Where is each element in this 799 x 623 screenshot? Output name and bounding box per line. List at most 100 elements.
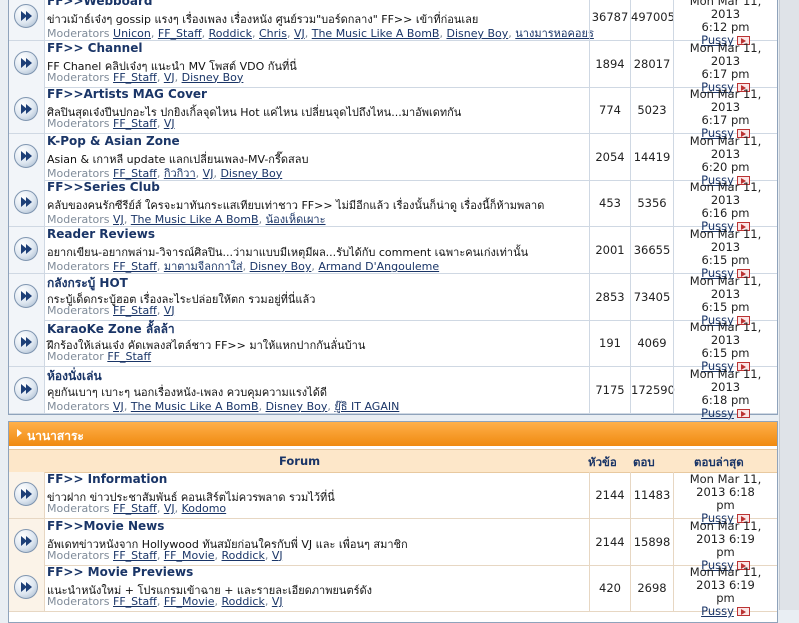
last-post-cell: Mon Mar 11, 2013 6:17 pm Pussy <box>673 87 777 140</box>
moderator-link[interactable]: มาตามจีลกกาใส่ <box>164 260 243 273</box>
post-count: 172590 <box>630 366 675 413</box>
moderator-link[interactable]: VJ <box>203 167 214 180</box>
last-post-author-link[interactable]: Pussy <box>701 604 734 618</box>
moderator-link[interactable]: FF_Staff <box>113 260 157 273</box>
moderator-link[interactable]: Roddick <box>222 595 265 608</box>
forum-info: KaraoKe Zone ลั้ลล้า ฝึกร้องให้เล่นเจ๋ง ค… <box>47 320 587 366</box>
moderator-link[interactable]: Disney Boy <box>446 27 508 40</box>
last-post-cell: Mon Mar 11, 2013 6:15 pm Pussy <box>673 273 777 326</box>
post-count: 5356 <box>630 180 673 227</box>
forum-moderators: Moderators FF_Staff, VJ <box>47 303 175 317</box>
moderator-link[interactable]: Disney Boy <box>182 71 244 84</box>
moderator-link[interactable]: Disney Boy <box>220 167 282 180</box>
last-post-cell: Mon Mar 11, 2013 6:20 pm Pussy <box>673 133 777 186</box>
forum-title-link[interactable]: FF>> Movie Previews <box>47 565 193 579</box>
last-post-author-line: Pussy <box>674 605 777 618</box>
topic-count: 2001 <box>589 227 630 273</box>
forum-read-icon <box>14 190 38 215</box>
forum-row: K-Pop & Asian Zone Asian & เกาหลี update … <box>9 133 777 186</box>
moderator-link[interactable]: FF_Movie <box>164 549 215 562</box>
topic-count: 774 <box>589 87 630 134</box>
moderator-link[interactable]: Disney Boy <box>266 400 328 413</box>
forum-title-link[interactable]: FF>>Movie News <box>47 519 164 533</box>
topic-count: 453 <box>589 180 630 227</box>
moderator-link[interactable]: VJ <box>164 502 175 515</box>
forum-title-link[interactable]: K-Pop & Asian Zone <box>47 134 180 148</box>
forum-row: กลังกระบู้ HOT กระบู้เด็ดกระบู้ฮอต เรื่อง… <box>9 273 777 326</box>
moderator-link[interactable]: Chris <box>259 27 287 40</box>
forum-read-icon <box>14 283 38 308</box>
moderator-link[interactable]: FF_Staff <box>113 71 157 84</box>
moderator-link[interactable]: VJ <box>113 400 124 413</box>
forum-read-icon <box>14 97 38 122</box>
last-post-cell: Mon Mar 11, 2013 6:19 pm Pussy <box>673 518 777 571</box>
category-header[interactable]: นานาสาระ <box>9 422 777 446</box>
moderator-link[interactable]: นางมารหอคอยร <box>515 27 594 40</box>
forum-row: FF>>Series Club คลับของคนรักซีรีย์ส์ ใครจ… <box>9 180 777 233</box>
moderator-link[interactable]: VJ <box>113 213 124 226</box>
moderator-link[interactable]: FF_Staff <box>113 595 157 608</box>
goto-last-post-icon[interactable] <box>736 607 750 617</box>
forum-row: KaraoKe Zone ลั้ลล้า ฝึกร้องให้เล่นเจ๋ง ค… <box>9 320 777 373</box>
forum-moderators: Moderators FF_Staff, มาตามจีลกกาใส่, Dis… <box>47 260 440 273</box>
moderator-link[interactable]: VJ <box>164 304 175 317</box>
scrollbar[interactable] <box>779 0 799 610</box>
forum-icon-cell <box>9 180 45 227</box>
forum-icon-cell <box>9 133 45 180</box>
last-post-author-line: Pussy <box>674 406 777 420</box>
moderator-link[interactable]: Disney Boy <box>250 260 312 273</box>
moderator-link[interactable]: Kodomo <box>182 502 227 515</box>
last-post-author-link[interactable]: Pussy <box>701 406 734 420</box>
last-post-cell: Mon Mar 11, 2013 6:18 pm Pussy <box>673 472 777 525</box>
moderator-link[interactable]: Armand D'Angouleme <box>318 260 439 273</box>
moderator-link[interactable]: FF_Staff <box>113 304 157 317</box>
last-post-date: Mon Mar 11, 2013 6:19 <box>689 565 762 593</box>
moderator-link[interactable]: Unicon <box>113 27 151 40</box>
moderator-link[interactable]: FF_Staff <box>158 27 202 40</box>
moderator-link[interactable]: VJ <box>272 549 283 562</box>
moderators-label: Moderators <box>47 117 110 131</box>
moderator-link[interactable]: ยู๊ธิ IT AGAIN <box>334 400 399 413</box>
forum-moderators: Moderators FF_Staff, FF_Movie, Roddick, … <box>47 548 283 562</box>
goto-last-post-icon[interactable] <box>736 408 750 418</box>
moderator-link[interactable]: FF_Staff <box>113 502 157 515</box>
forum-icon-cell <box>9 518 45 565</box>
moderator-link[interactable]: FF_Staff <box>107 350 151 363</box>
moderator-link[interactable]: FF_Staff <box>113 167 157 180</box>
topic-count: 2144 <box>589 518 630 565</box>
last-post-cell: Mon Mar 11, 2013 6:16 pm Pussy <box>673 180 777 233</box>
moderator-link[interactable]: FF_Movie <box>164 595 215 608</box>
forum-list-panel: FF>>Webboard ข่าวเม้าธ์เจ๋งๆ gossip แรงๆ … <box>8 0 778 419</box>
column-header-topics: หัวข้อ <box>588 455 617 469</box>
collapse-arrow-icon[interactable] <box>17 429 22 437</box>
post-count: 497005 <box>630 0 675 40</box>
post-count: 4069 <box>630 320 673 367</box>
moderator-link[interactable]: The Music Like A BomB <box>312 27 440 40</box>
moderator-link[interactable]: VJ <box>272 595 283 608</box>
moderator-link[interactable]: น้องเห็ดเผาะ <box>266 213 326 226</box>
moderator-link[interactable]: VJ <box>164 71 175 84</box>
forum-title-link[interactable]: FF>> Information <box>47 472 167 486</box>
forum-title-link[interactable]: FF>>Artists MAG Cover <box>47 87 207 101</box>
moderator-link[interactable]: กิวกิวา <box>164 167 196 180</box>
moderator-link[interactable]: The Music Like A BomB <box>131 400 259 413</box>
forum-read-icon <box>14 50 38 75</box>
forum-moderators: Moderators Unicon, FF_Staff, Roddick, Ch… <box>47 27 594 40</box>
moderator-link[interactable]: The Music Like A BomB <box>131 213 259 226</box>
moderator-link[interactable]: Roddick <box>209 27 252 40</box>
moderator-link[interactable]: FF_Staff <box>113 549 157 562</box>
moderators-label: Moderators <box>47 260 110 273</box>
moderators-label: Moderators <box>47 70 110 84</box>
moderator-link[interactable]: VJ <box>164 117 175 130</box>
forum-row: FF>>Webboard ข่าวเม้าธ์เจ๋งๆ gossip แรงๆ … <box>9 0 777 47</box>
forum-title-link[interactable]: FF>> Channel <box>47 41 142 55</box>
forum-title-link[interactable]: FF>>Series Club <box>47 180 160 194</box>
moderator-link[interactable]: FF_Staff <box>113 117 157 130</box>
moderator-link[interactable]: Roddick <box>222 549 265 562</box>
forum-title-link[interactable]: FF>>Webboard <box>47 0 152 8</box>
forum-info: FF>>Webboard ข่าวเม้าธ์เจ๋งๆ gossip แรงๆ … <box>47 0 594 40</box>
forum-icon-cell <box>9 366 45 413</box>
forum-title-link[interactable]: Reader Reviews <box>47 227 155 241</box>
last-post-date: Mon Mar 11, 2013 <box>689 320 762 348</box>
moderator-link[interactable]: VJ <box>294 27 305 40</box>
